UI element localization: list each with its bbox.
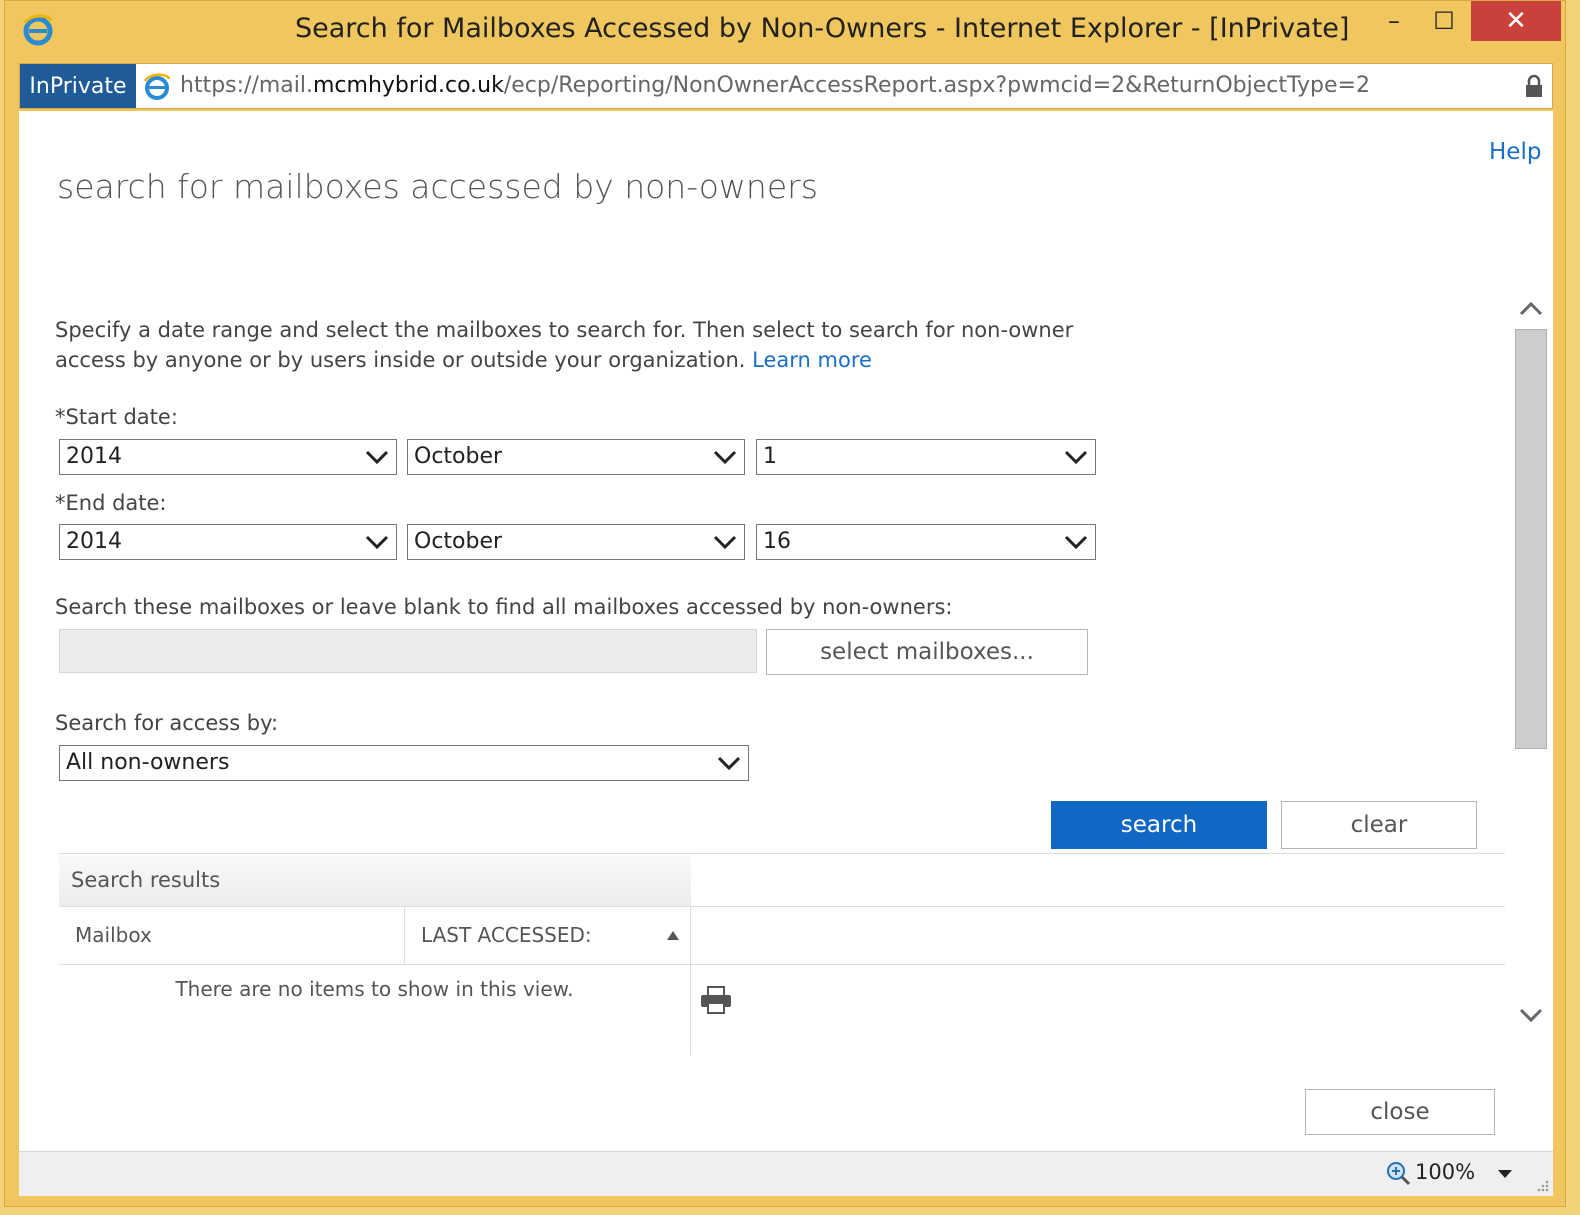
start-day-select[interactable]: 1 (756, 439, 1096, 475)
chevron-down-icon (1064, 535, 1088, 550)
help-link[interactable]: Help (1489, 139, 1541, 165)
end-year-select[interactable]: 2014 (59, 524, 397, 560)
chevron-down-icon (1064, 450, 1088, 465)
page-title: search for mailboxes accessed by non-own… (57, 167, 818, 206)
start-month-value: October (414, 444, 503, 469)
title-bar: Search for Mailboxes Accessed by Non-Own… (5, 1, 1565, 63)
inprivate-badge: InPrivate (20, 64, 136, 108)
maximize-button[interactable]: ☐ (1419, 1, 1469, 41)
description-text: Specify a date range and select the mail… (55, 318, 1074, 372)
start-day-value: 1 (763, 444, 777, 469)
status-bar: 100% (19, 1151, 1553, 1196)
mailboxes-field[interactable] (59, 629, 757, 673)
clear-button[interactable]: clear (1281, 801, 1477, 849)
chevron-down-icon (713, 535, 737, 550)
scroll-up-icon[interactable] (1515, 297, 1547, 321)
access-by-value: All non-owners (66, 750, 230, 775)
chevron-down-icon (717, 756, 741, 771)
scroll-down-icon[interactable] (1515, 1003, 1547, 1027)
chevron-down-icon (365, 450, 389, 465)
window-title: Search for Mailboxes Accessed by Non-Own… (295, 13, 1350, 44)
scrollbar-thumb[interactable] (1515, 329, 1547, 749)
empty-message: There are no items to show in this view. (59, 965, 691, 1055)
zoom-level[interactable]: 100% (1415, 1160, 1475, 1184)
results-grid: Search results Mailbox LAST ACCESSED: Th… (59, 853, 1505, 1063)
minimize-button[interactable]: – (1369, 1, 1419, 41)
results-header: Search results (59, 853, 691, 907)
end-date-label: *End date: (55, 491, 167, 515)
start-year-value: 2014 (66, 444, 122, 469)
search-button[interactable]: search (1051, 801, 1267, 849)
sort-ascending-icon (667, 931, 679, 940)
chevron-down-icon (365, 535, 389, 550)
end-year-value: 2014 (66, 529, 122, 554)
browser-window: Search for Mailboxes Accessed by Non-Own… (4, 0, 1566, 1207)
ie-page-icon (143, 73, 171, 100)
url-text[interactable]: https://mail.mcmhybrid.co.uk/ecp/Reporti… (180, 73, 1370, 98)
url-domain: mcmhybrid.co.uk (313, 73, 504, 98)
start-month-select[interactable]: October (407, 439, 745, 475)
mailboxes-label: Search these mailboxes or leave blank to… (55, 595, 953, 619)
start-date-label: *Start date: (55, 405, 178, 429)
printer-icon[interactable] (699, 985, 733, 1015)
end-day-value: 16 (763, 529, 791, 554)
url-scheme: https://mail. (180, 73, 313, 98)
zoom-dropdown-icon[interactable] (1497, 1168, 1513, 1180)
end-day-select[interactable]: 16 (756, 524, 1096, 560)
end-month-value: October (414, 529, 503, 554)
close-window-button[interactable]: ✕ (1471, 1, 1561, 41)
column-last-accessed[interactable]: LAST ACCESSED: (405, 907, 691, 965)
column-mailbox[interactable]: Mailbox (59, 907, 405, 965)
access-by-label: Search for access by: (55, 711, 279, 735)
chevron-down-icon (713, 450, 737, 465)
details-pane-header (691, 853, 1505, 907)
close-button[interactable]: close (1305, 1089, 1495, 1135)
learn-more-link[interactable]: Learn more (752, 348, 872, 372)
zoom-icon[interactable] (1385, 1160, 1411, 1186)
url-path: /ecp/Reporting/NonOwnerAccessReport.aspx… (503, 73, 1370, 98)
dialog-content: Help search for mailboxes accessed by no… (19, 111, 1553, 1151)
end-month-select[interactable]: October (407, 524, 745, 560)
resize-grip-icon[interactable] (1535, 1178, 1549, 1192)
ie-logo-icon (23, 14, 53, 46)
start-year-select[interactable]: 2014 (59, 439, 397, 475)
details-pane-row (691, 907, 1505, 965)
lock-icon[interactable] (1524, 74, 1544, 98)
description: Specify a date range and select the mail… (55, 315, 1145, 375)
column-last-accessed-label: LAST ACCESSED: (421, 923, 592, 947)
address-bar[interactable]: InPrivate https://mail.mcmhybrid.co.uk/e… (19, 63, 1553, 109)
select-mailboxes-button[interactable]: select mailboxes... (766, 629, 1088, 675)
access-by-select[interactable]: All non-owners (59, 745, 749, 781)
